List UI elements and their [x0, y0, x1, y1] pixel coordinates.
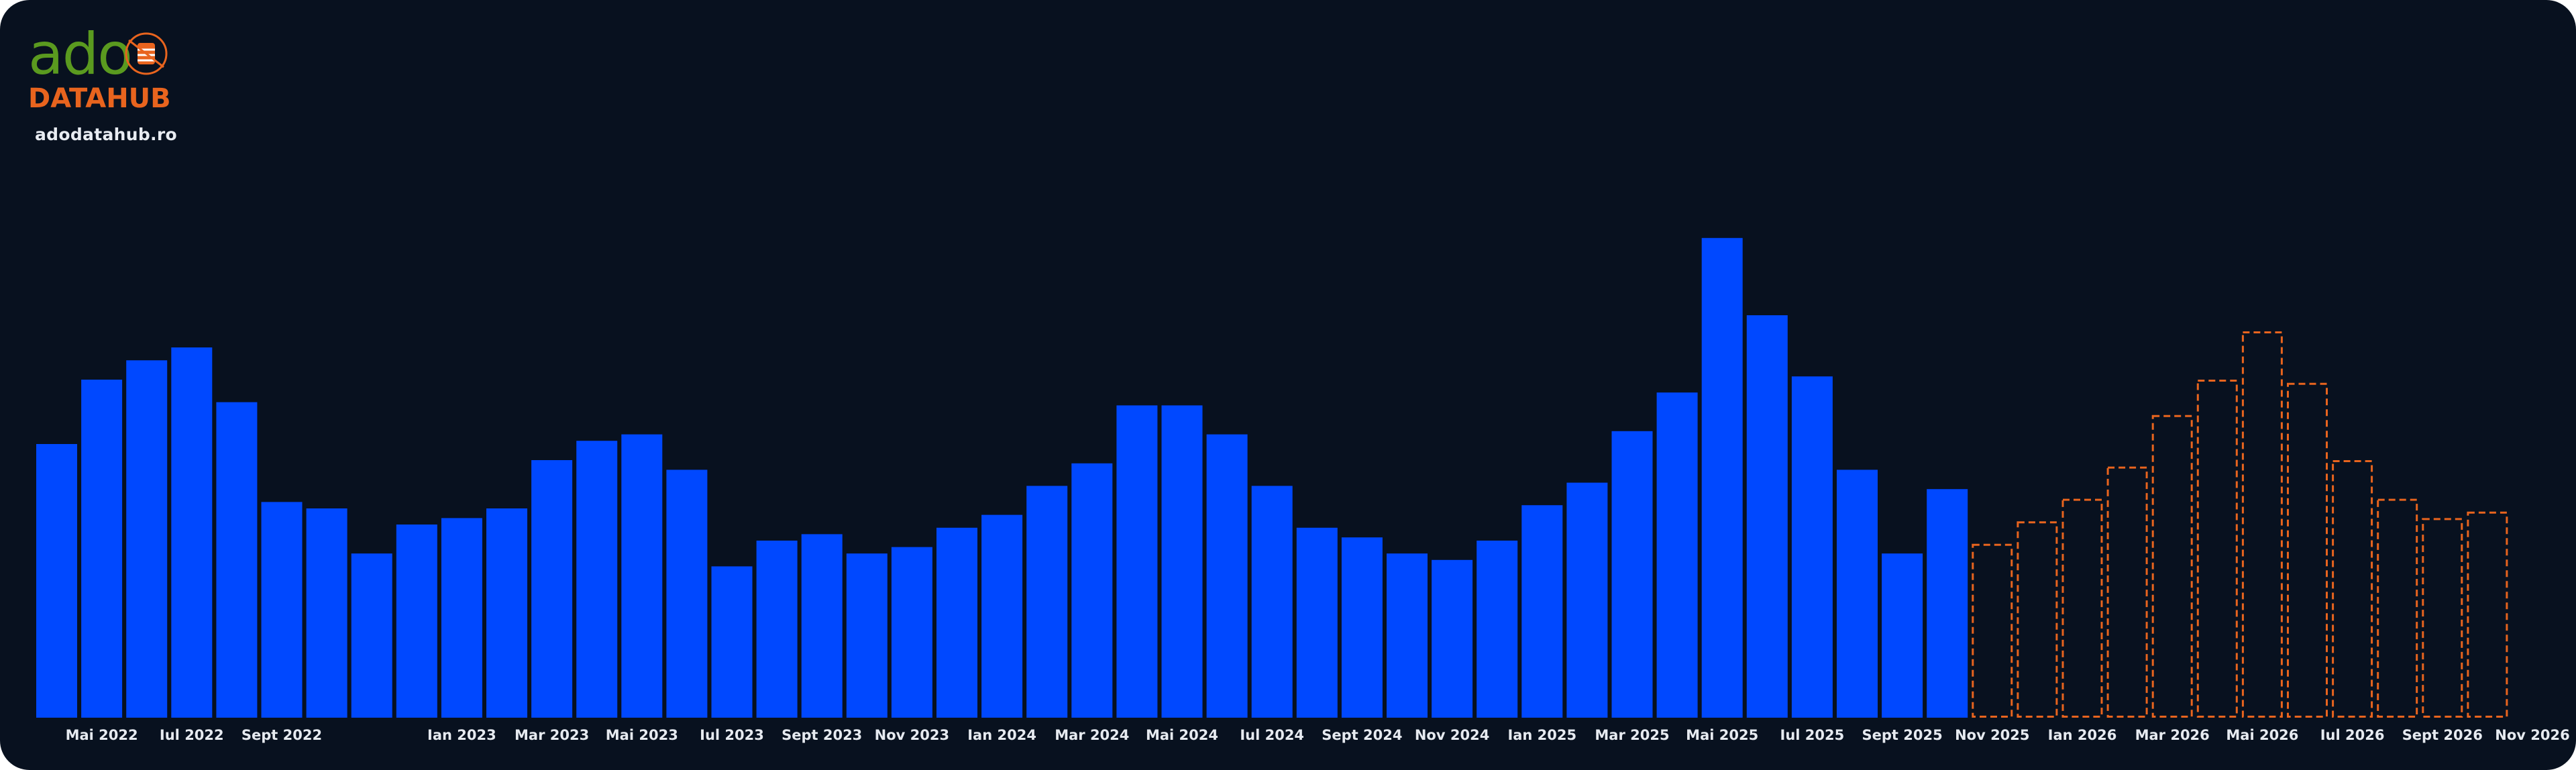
forecast-bar-apr-2026	[2196, 380, 2238, 718]
x-tick-label-ian-2023: Ian 2023	[427, 727, 496, 743]
x-tick-label-mai-2024: Mai 2024	[1146, 727, 1218, 743]
x-tick-label-iul-2023: Iul 2023	[700, 727, 764, 743]
x-tick-label-sept-2025: Sept 2025	[1862, 727, 1942, 743]
x-tick-label-mai-2026: Mai 2026	[2226, 727, 2298, 743]
actual-bar-iun-2025	[1746, 315, 1788, 718]
x-axis-ticks: Mai 2022 Iul 2022 Sept 2022 Ian 2023 Mar 202…	[66, 727, 2570, 743]
actual-bar-oct-2025	[1927, 489, 1968, 718]
x-tick-label-nov-2024: Nov 2024	[1415, 727, 1489, 743]
x-tick-label-iul-2025: Iul 2025	[1780, 727, 1845, 743]
actual-bar-dec-2023	[936, 527, 977, 718]
actual-bar-mai-2023	[621, 434, 663, 718]
actual-bar-aug-2025	[1837, 470, 1878, 718]
actual-bar-nov-2024	[1432, 559, 1473, 718]
actual-bar-ian-2024	[981, 514, 1023, 718]
x-tick-label-sept-2023: Sept 2023	[782, 727, 862, 743]
actual-bar-aug-2022	[216, 402, 258, 718]
actual-bar-iun-2023	[666, 470, 708, 718]
forecast-bar-iul-2026	[2332, 460, 2373, 718]
actual-bar-oct-2023	[846, 553, 888, 718]
actual-bar-feb-2024	[1026, 486, 1068, 718]
actual-bar-mai-2022	[81, 380, 123, 718]
x-tick-label-iul-2022: Iul 2022	[160, 727, 224, 743]
actual-bar-sept-2025	[1882, 553, 1923, 718]
actual-bar-mai-2024	[1161, 405, 1203, 718]
actual-bar-ian-2023	[441, 518, 482, 718]
x-tick-label-sept-2024: Sept 2024	[1322, 727, 1402, 743]
x-tick-label-mar-2023: Mar 2023	[515, 727, 589, 743]
forecast-bar-mar-2026	[2151, 415, 2193, 718]
forecast-bar-dec-2025	[2017, 521, 2058, 718]
actual-bar-nov-2023	[891, 547, 932, 718]
actual-bar-aug-2023	[756, 541, 798, 718]
actual-bar-sept-2023	[801, 534, 843, 718]
actual-bar-apr-2023	[576, 441, 618, 718]
x-tick-label-ian-2026: Ian 2026	[2048, 727, 2117, 743]
actual-bar-mai-2025	[1701, 237, 1743, 718]
actual-bar-iul-2022	[171, 347, 213, 718]
forecast-bar-iun-2026	[2287, 382, 2328, 718]
x-tick-label-iul-2024: Iul 2024	[1240, 727, 1304, 743]
actual-bar-aug-2024	[1296, 527, 1338, 718]
x-tick-label-mar-2024: Mar 2024	[1055, 727, 1129, 743]
forecast-bar-oct-2026	[2467, 511, 2508, 718]
actual-bar-apr-2024	[1116, 405, 1158, 718]
forecast-bar-nov-2025	[1972, 543, 2013, 718]
actual-bar-ian-2025	[1521, 505, 1563, 718]
actual-bar-iul-2024	[1251, 486, 1293, 718]
x-tick-label-iul-2026: Iul 2026	[2320, 727, 2385, 743]
actual-bar-oct-2024	[1387, 553, 1428, 718]
x-tick-label-mar-2026: Mar 2026	[2135, 727, 2210, 743]
actual-bar-iul-2023	[711, 566, 753, 718]
actual-bar-sept-2022	[261, 502, 303, 718]
actual-bar-feb-2025	[1566, 482, 1608, 718]
actual-bar-iun-2024	[1206, 434, 1248, 718]
actual-bar-apr-2022	[36, 444, 77, 718]
forecast-bar-sept-2026	[2422, 518, 2463, 718]
forecast-bar-mai-2026	[2241, 331, 2283, 718]
actual-bar-sept-2024	[1341, 537, 1383, 718]
x-tick-label-mai-2022: Mai 2022	[66, 727, 138, 743]
actual-bar-nov-2022	[351, 553, 392, 718]
x-tick-label-nov-2026: Nov 2026	[2495, 727, 2569, 743]
actual-bar-apr-2025	[1656, 392, 1698, 718]
actual-bar-iun-2022	[126, 360, 168, 718]
forecast-bar-feb-2026	[2106, 466, 2148, 718]
chart-panel: ado DATAHUB adodatahub.ro Mai 2022 Iul 20…	[0, 0, 2576, 770]
x-tick-label-mai-2025: Mai 2025	[1686, 727, 1758, 743]
actual-bar-feb-2023	[486, 508, 527, 718]
x-tick-label-ian-2024: Ian 2024	[967, 727, 1036, 743]
forecast-bar-ian-2026	[2061, 498, 2103, 718]
actual-bar-mar-2024	[1071, 463, 1113, 718]
x-tick-label-mai-2023: Mai 2023	[606, 727, 678, 743]
actual-bar-dec-2022	[396, 525, 437, 718]
actual-bar-iul-2025	[1791, 376, 1833, 718]
bars-group	[36, 237, 2508, 718]
x-tick-label-sept-2022: Sept 2022	[241, 727, 322, 743]
x-tick-label-sept-2026: Sept 2026	[2402, 727, 2483, 743]
x-tick-label-nov-2025: Nov 2025	[1955, 727, 2029, 743]
actual-bar-mar-2023	[531, 460, 573, 718]
monthly-bar-chart: Mai 2022 Iul 2022 Sept 2022 Ian 2023 Mar 202…	[36, 237, 2570, 743]
actual-bar-oct-2022	[306, 508, 347, 718]
x-tick-label-nov-2023: Nov 2023	[875, 727, 949, 743]
actual-bar-mar-2025	[1611, 431, 1653, 718]
actual-bar-dec-2024	[1477, 541, 1518, 718]
x-tick-label-mar-2025: Mar 2025	[1595, 727, 1669, 743]
x-tick-label-ian-2025: Ian 2025	[1507, 727, 1576, 743]
forecast-bar-aug-2026	[2377, 498, 2418, 718]
